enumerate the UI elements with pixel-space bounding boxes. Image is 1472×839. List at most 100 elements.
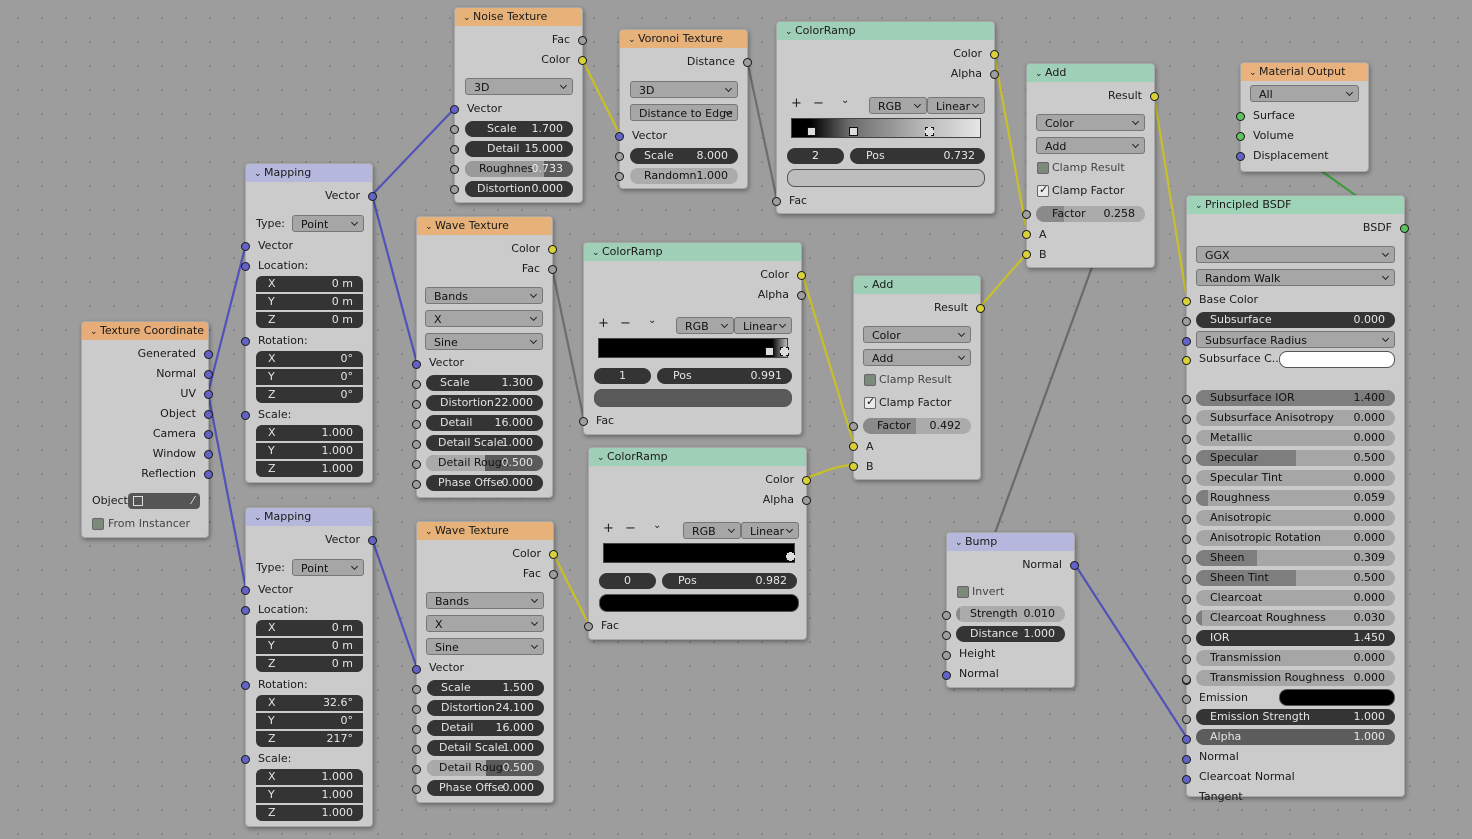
- mix-add-node-2[interactable]: ⌄Add Result Color Add Clamp Result Clamp…: [1022, 63, 1159, 268]
- subsurface-method-dropdown[interactable]: Random Walk: [1196, 269, 1395, 286]
- rotation-x-field[interactable]: X 32.6°: [256, 695, 363, 711]
- socket-roughness[interactable]: [1182, 495, 1191, 504]
- chevron-down-icon[interactable]: ⌄: [648, 315, 656, 326]
- collapse-icon[interactable]: ⌄: [862, 277, 872, 294]
- wave-texture-node-2[interactable]: ⌄ Wave Texture Color Fac Bands X Sine Vec…: [412, 521, 558, 803]
- colorramp-node-3[interactable]: ⌄ ColorRamp Color Alpha + − ⌄ RGB Linear …: [584, 447, 811, 640]
- stop-index-field[interactable]: 1: [594, 368, 651, 384]
- socket-anisotropic[interactable]: [1182, 515, 1191, 524]
- node-header[interactable]: ⌄ Material Output: [1241, 63, 1368, 81]
- collapse-icon[interactable]: ⌄: [1249, 64, 1259, 81]
- socket-subsurface-color[interactable]: [1182, 356, 1191, 365]
- scale-z-field[interactable]: Z 1.000: [256, 805, 363, 821]
- socket-height[interactable]: [942, 651, 951, 660]
- socket-a[interactable]: [849, 442, 858, 451]
- color-mode-dropdown[interactable]: RGB: [683, 522, 741, 539]
- transmission-roughness-field[interactable]: Transmission Roughness 0.000: [1196, 670, 1395, 686]
- noise-texture-node[interactable]: ⌄ Noise Texture Fac Color 3D Vector Scale…: [450, 7, 587, 203]
- phase-offset-field[interactable]: Phase Offse 0.000: [426, 475, 543, 491]
- socket-phase-offset[interactable]: [412, 785, 421, 794]
- distance-field[interactable]: Distance 1.000: [956, 626, 1065, 642]
- color-ramp-bar[interactable]: [603, 543, 795, 563]
- interpolation-dropdown[interactable]: Linear: [927, 97, 985, 114]
- node-header[interactable]: ⌄ Voronoi Texture: [620, 30, 747, 48]
- remove-stop-icon[interactable]: −: [813, 96, 824, 111]
- socket-detail-scale[interactable]: [412, 745, 421, 754]
- socket-sheen[interactable]: [1182, 555, 1191, 564]
- socket-object[interactable]: [204, 410, 213, 419]
- socket-fac[interactable]: [579, 417, 588, 426]
- socket-alpha[interactable]: [797, 291, 806, 300]
- socket-volume[interactable]: [1236, 132, 1245, 141]
- socket-distortion[interactable]: [412, 400, 421, 409]
- specular-tint-field[interactable]: Specular Tint 0.000: [1196, 470, 1395, 486]
- node-header[interactable]: ⌄ Mapping: [246, 508, 372, 526]
- interpolation-dropdown[interactable]: Linear: [741, 522, 799, 539]
- stop-position-field[interactable]: Pos 0.991: [657, 368, 792, 384]
- collapse-icon[interactable]: ⌄: [463, 9, 473, 26]
- phase-offset-field[interactable]: Phase Offse 0.000: [427, 780, 544, 796]
- socket-normal[interactable]: [1182, 735, 1191, 744]
- collapse-icon[interactable]: ⌄: [628, 31, 638, 48]
- socket-camera[interactable]: [204, 430, 213, 439]
- chevron-down-icon[interactable]: ⌄: [841, 95, 849, 106]
- socket-vector-in[interactable]: [241, 242, 250, 251]
- socket-fac[interactable]: [549, 570, 558, 579]
- clearcoat-roughness-field[interactable]: Clearcoat Roughness 0.030: [1196, 610, 1395, 626]
- color-ramp-bar[interactable]: [598, 338, 789, 358]
- socket-color[interactable]: [802, 476, 811, 485]
- scale-field[interactable]: Scale 1.700: [465, 121, 573, 137]
- socket-base-color[interactable]: [1182, 297, 1191, 306]
- socket-transmission[interactable]: [1182, 655, 1191, 664]
- scale-z-field[interactable]: Z 1.000: [256, 461, 363, 477]
- socket-b[interactable]: [849, 462, 858, 471]
- socket-alpha[interactable]: [1182, 715, 1191, 724]
- socket-clearcoat-roughness[interactable]: [1182, 615, 1191, 624]
- socket-fac[interactable]: [578, 36, 587, 45]
- socket-clearcoat[interactable]: [1182, 595, 1191, 604]
- socket-rotation[interactable]: [241, 681, 250, 690]
- dimension-dropdown[interactable]: 3D: [630, 81, 738, 98]
- color-mode-dropdown[interactable]: RGB: [676, 317, 734, 334]
- ramp-stop[interactable]: [849, 127, 858, 136]
- feature-dropdown[interactable]: Distance to Edge: [630, 104, 738, 121]
- bump-node[interactable]: ⌄ Bump Normal Invert Strength 0.010 Distan…: [942, 532, 1079, 688]
- socket-surface[interactable]: [1236, 112, 1245, 121]
- socket-location[interactable]: [241, 606, 250, 615]
- detail-roughness-field[interactable]: Detail Rough 0.500: [426, 455, 543, 471]
- collapse-icon[interactable]: ⌄: [425, 523, 435, 540]
- scale-x-field[interactable]: X 1.000: [256, 769, 363, 785]
- node-header[interactable]: ⌄ ColorRamp: [584, 243, 801, 261]
- scale-field[interactable]: Scale 8.000: [630, 148, 738, 164]
- socket-scale[interactable]: [241, 411, 250, 420]
- scale-y-field[interactable]: Y 1.000: [256, 787, 363, 803]
- colorramp-node-1[interactable]: ⌄ ColorRamp Color Alpha + − ⌄ RGB Linear …: [772, 21, 999, 214]
- collapse-icon[interactable]: ⌄: [1195, 197, 1205, 214]
- wave-type-dropdown[interactable]: Bands: [426, 592, 544, 609]
- location-y-field[interactable]: Y0 m: [256, 294, 363, 310]
- stop-color-swatch[interactable]: [599, 594, 799, 612]
- location-z-field[interactable]: Z0 m: [256, 312, 363, 328]
- socket-fac[interactable]: [772, 197, 781, 206]
- transmission-field[interactable]: Transmission 0.000: [1196, 650, 1395, 666]
- clamp-result-checkbox[interactable]: [1037, 162, 1049, 174]
- blend-mode-dropdown[interactable]: Add: [863, 349, 971, 366]
- ior-field[interactable]: IOR 1.450: [1196, 630, 1395, 646]
- roughness-field[interactable]: Roughnes 0.733: [465, 161, 573, 177]
- stop-index-field[interactable]: 2: [787, 148, 844, 164]
- collapse-icon[interactable]: ⌄: [254, 165, 264, 182]
- emission-color-swatch[interactable]: [1279, 689, 1395, 706]
- profile-dropdown[interactable]: Sine: [425, 333, 543, 350]
- socket-detail[interactable]: [412, 420, 421, 429]
- socket-specular[interactable]: [1182, 455, 1191, 464]
- socket-result[interactable]: [1150, 92, 1159, 101]
- socket-transmission-roughness[interactable]: [1182, 675, 1191, 684]
- subsurface-radius-dropdown[interactable]: Subsurface Radius: [1196, 331, 1395, 348]
- socket-scale[interactable]: [412, 380, 421, 389]
- render-target-dropdown[interactable]: All: [1250, 85, 1359, 102]
- socket-uv[interactable]: [204, 390, 213, 399]
- clamp-factor-checkbox[interactable]: [1037, 183, 1049, 197]
- rotation-z-field[interactable]: Z 217°: [256, 731, 363, 747]
- location-x-field[interactable]: X0 m: [256, 276, 363, 292]
- stop-color-swatch[interactable]: [594, 389, 792, 407]
